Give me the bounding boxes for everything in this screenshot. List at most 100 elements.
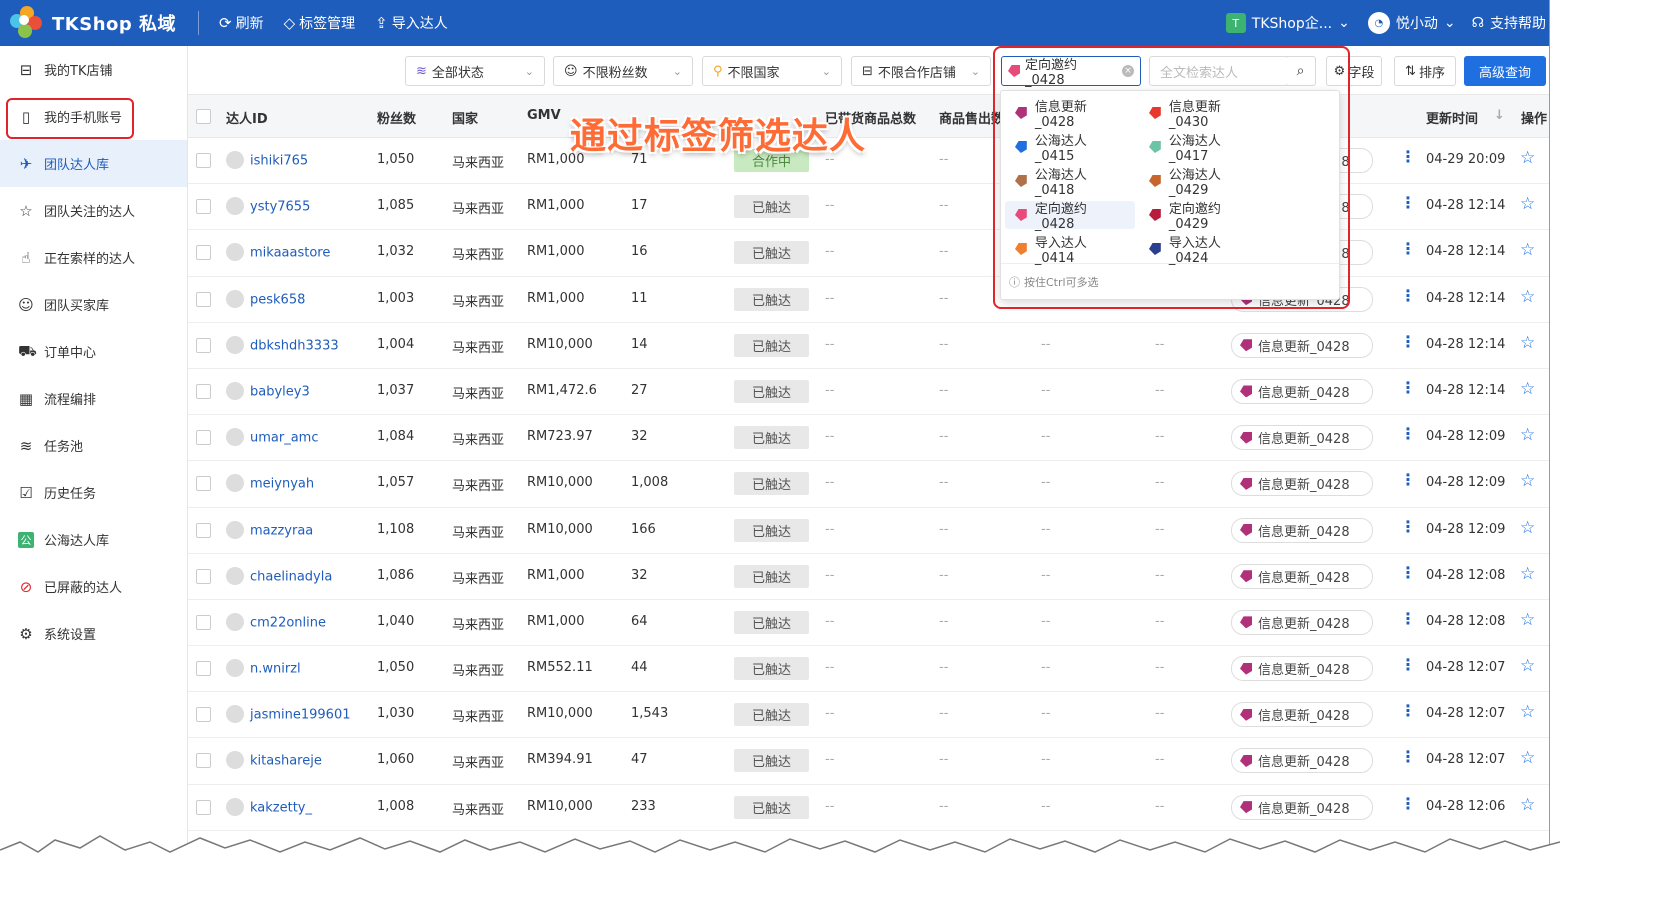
sidebar-item-public-pool[interactable]: 公公海达人库 (0, 516, 187, 563)
sidebar-item-settings[interactable]: ⚙ 系统设置 (0, 610, 187, 657)
refresh-button[interactable]: ⟳ 刷新 (219, 13, 264, 33)
row-checkbox[interactable] (196, 707, 211, 723)
row-checkbox[interactable] (196, 753, 211, 769)
more-icon[interactable]: ⋮ (1400, 747, 1416, 766)
support-link[interactable]: 支持帮助 (1490, 13, 1546, 33)
more-icon[interactable]: ⋮ (1400, 424, 1416, 443)
creator-id[interactable]: dbkshdh3333 (250, 338, 339, 353)
more-icon[interactable]: ⋮ (1400, 378, 1416, 397)
creator-id-link[interactable]: kitashareje (226, 751, 322, 770)
tag-pill[interactable]: 信息更新_0428 (1231, 702, 1373, 728)
star-outline-icon[interactable]: ☆ (1520, 287, 1535, 307)
sidebar-item-history[interactable]: ☑ 历史任务 (0, 469, 187, 516)
creator-id[interactable]: pesk658 (250, 292, 305, 307)
creator-id[interactable]: chaelinadyla (250, 569, 332, 584)
table-row[interactable]: dbkshdh3333 1,004 马来西亚 RM10,000 14 已触达 -… (188, 323, 1549, 369)
sort-button[interactable]: ⇅ 排序 (1394, 56, 1456, 86)
col-fans[interactable]: 粉丝数 (377, 108, 416, 127)
sidebar-item-followed[interactable]: ☆ 团队关注的达人 (0, 187, 187, 234)
sidebar-item-sampling[interactable]: ☝ 正在索样的达人 (0, 234, 187, 281)
more-icon[interactable]: ⋮ (1400, 332, 1416, 351)
creator-id[interactable]: meiynyah (250, 477, 314, 492)
creator-id-link[interactable]: jasmine199601 (226, 705, 351, 724)
row-checkbox[interactable] (196, 661, 211, 677)
tag-pill[interactable]: 信息更新_0428 (1231, 656, 1373, 682)
sidebar-item-tk-shop[interactable]: ⊟ 我的TK店铺 (0, 46, 187, 93)
row-checkbox[interactable] (196, 245, 211, 261)
tag-pill[interactable]: 信息更新_0428 (1231, 378, 1373, 404)
creator-id-link[interactable]: umar_amc (226, 428, 319, 447)
star-outline-icon[interactable]: ☆ (1520, 702, 1535, 722)
row-checkbox[interactable] (196, 799, 211, 815)
row-checkbox[interactable] (196, 383, 211, 399)
chevron-down-icon[interactable]: ⌄ (1338, 15, 1350, 31)
table-row[interactable]: umar_amc 1,084 马来西亚 RM723.97 32 已触达 -- -… (188, 415, 1549, 462)
creator-id[interactable]: ysty7655 (250, 200, 310, 215)
select-all-checkbox[interactable] (196, 109, 211, 124)
sort-down-icon[interactable]: ↓ (1494, 108, 1505, 123)
more-icon[interactable]: ⋮ (1400, 286, 1416, 305)
creator-id-link[interactable]: ysty7655 (226, 197, 310, 216)
tag-pill[interactable]: 信息更新_0428 (1231, 748, 1373, 774)
creator-id-link[interactable]: meiynyah (226, 474, 314, 493)
creator-id-link[interactable]: mazzyraa (226, 520, 313, 540)
creator-id[interactable]: jasmine199601 (250, 708, 351, 723)
creator-id[interactable]: cm22online (250, 615, 326, 630)
table-row[interactable]: babyley3 1,037 马来西亚 RM1,472.6 27 已触达 -- … (188, 369, 1549, 416)
tag-pill[interactable]: 信息更新_0428 (1231, 609, 1373, 635)
col-gmv[interactable]: GMV (527, 108, 561, 123)
more-icon[interactable]: ⋮ (1400, 609, 1416, 628)
more-icon[interactable]: ⋮ (1400, 794, 1416, 813)
creator-id-link[interactable]: mikaaastore (226, 243, 330, 262)
import-button[interactable]: ⇪ 导入达人 (375, 13, 448, 33)
more-icon[interactable]: ⋮ (1400, 563, 1416, 582)
sidebar-item-task-pool[interactable]: ≋ 任务池 (0, 422, 187, 469)
star-outline-icon[interactable]: ☆ (1520, 379, 1535, 399)
creator-id-link[interactable]: kakzetty_ (226, 797, 312, 817)
star-outline-icon[interactable]: ☆ (1520, 425, 1535, 445)
row-checkbox[interactable] (196, 337, 211, 353)
chevron-down-icon[interactable]: ⌄ (1444, 15, 1456, 31)
table-row[interactable]: jasmine199601 1,030 马来西亚 RM10,000 1,543 … (188, 692, 1549, 739)
more-icon[interactable]: ⋮ (1400, 655, 1416, 674)
star-outline-icon[interactable]: ☆ (1520, 194, 1535, 214)
star-outline-icon[interactable]: ☆ (1520, 795, 1535, 815)
country-filter[interactable]: ⚲ 不限国家 ⌄ (702, 56, 842, 86)
creator-id-link[interactable]: n.wnirzl (226, 659, 301, 678)
more-icon[interactable]: ⋮ (1400, 517, 1416, 536)
table-row[interactable]: mazzyraa 1,108 马来西亚 RM10,000 166 已触达 -- … (188, 508, 1549, 554)
creator-id[interactable]: kakzetty_ (250, 800, 312, 815)
sidebar-item-blocked[interactable]: ⊘ 已屏蔽的达人 (0, 563, 187, 610)
fans-filter[interactable]: ☺ 不限粉丝数 ⌄ (553, 56, 693, 86)
advanced-search-button[interactable]: 高级查询 (1464, 56, 1546, 86)
star-outline-icon[interactable]: ☆ (1520, 240, 1535, 260)
row-checkbox[interactable] (196, 522, 211, 538)
star-outline-icon[interactable]: ☆ (1520, 471, 1535, 491)
creator-id[interactable]: mazzyraa (250, 523, 313, 538)
creator-id[interactable]: kitashareje (250, 754, 322, 769)
creator-id-link[interactable]: chaelinadyla (226, 566, 332, 586)
table-row[interactable]: cm22online 1,040 马来西亚 RM1,000 64 已触达 -- … (188, 600, 1549, 647)
star-outline-icon[interactable]: ☆ (1520, 518, 1535, 538)
creator-id-link[interactable]: ishiki765 (226, 151, 308, 170)
more-icon[interactable]: ⋮ (1400, 147, 1416, 166)
shops-filter[interactable]: ⊟ 不限合作店铺 ⌄ (851, 56, 991, 86)
creator-id-link[interactable]: cm22online (226, 612, 326, 632)
table-row[interactable]: meiynyah 1,057 马来西亚 RM10,000 1,008 已触达 -… (188, 461, 1549, 508)
row-checkbox[interactable] (196, 614, 211, 630)
sidebar-item-orders[interactable]: ⛟ 订单中心 (0, 328, 187, 375)
more-icon[interactable]: ⋮ (1400, 239, 1416, 258)
more-icon[interactable]: ⋮ (1400, 470, 1416, 489)
shop-switcher[interactable]: TKShop企... (1252, 13, 1332, 33)
tag-pill[interactable]: 信息更新_0428 (1231, 425, 1373, 451)
row-checkbox[interactable] (196, 568, 211, 584)
sidebar-item-team-creators[interactable]: ✈ 团队达人库 (0, 140, 187, 187)
creator-id[interactable]: n.wnirzl (250, 662, 301, 677)
tag-pill[interactable]: 信息更新_0428 (1231, 794, 1373, 820)
table-row[interactable]: kitashareje 1,060 马来西亚 RM394.91 47 已触达 -… (188, 738, 1549, 785)
row-checkbox[interactable] (196, 199, 211, 215)
star-outline-icon[interactable]: ☆ (1520, 333, 1535, 353)
star-outline-icon[interactable]: ☆ (1520, 656, 1535, 676)
col-id[interactable]: 达人ID (226, 108, 268, 127)
row-checkbox[interactable] (196, 430, 211, 446)
